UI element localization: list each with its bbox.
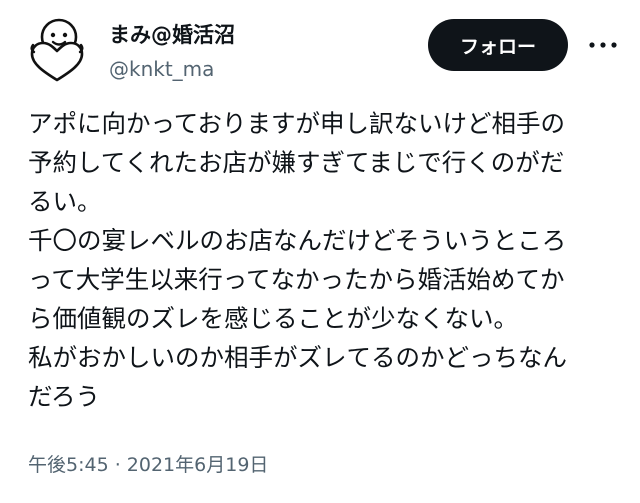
- smiley-heart-icon: [30, 18, 84, 82]
- tweet-line: ら価値観のズレを感じることが少なくない。: [28, 304, 518, 333]
- tweet-timestamp[interactable]: 午後5:45 · 2021年6月19日: [28, 450, 268, 480]
- avatar[interactable]: [24, 16, 92, 84]
- tweet-line: アポに向かっておりますが申し訳ないけど相手の: [28, 109, 566, 138]
- tweet-line: って大学生以来行ってなかったから婚活始めてか: [28, 265, 565, 294]
- more-options-icon: [589, 42, 617, 48]
- display-name[interactable]: まみ@婚活沼: [109, 20, 235, 50]
- tweet-line: 千〇の宴レベルのお店なんだけどそういうところ: [28, 226, 567, 255]
- tweet-line: 私がおかしいのか相手がズレてるのかどっちなん: [28, 343, 567, 372]
- tweet-line: 予約してくれたお店が嫌すぎてまじで行くのがだ: [28, 148, 565, 177]
- tweet-card: まみ@婚活沼 @knkt_ma フォロー アポに向かっておりますが申し訳ないけど…: [0, 0, 640, 503]
- user-handle[interactable]: @knkt_ma: [109, 55, 214, 83]
- follow-button[interactable]: フォロー: [428, 19, 568, 71]
- tweet-line: だろう: [28, 382, 101, 411]
- more-options-button[interactable]: [583, 30, 623, 60]
- tweet-line: るい。: [28, 187, 102, 216]
- tweet-text: アポに向かっておりますが申し訳ないけど相手の 予約してくれたお店が嫌すぎてまじで…: [28, 104, 628, 416]
